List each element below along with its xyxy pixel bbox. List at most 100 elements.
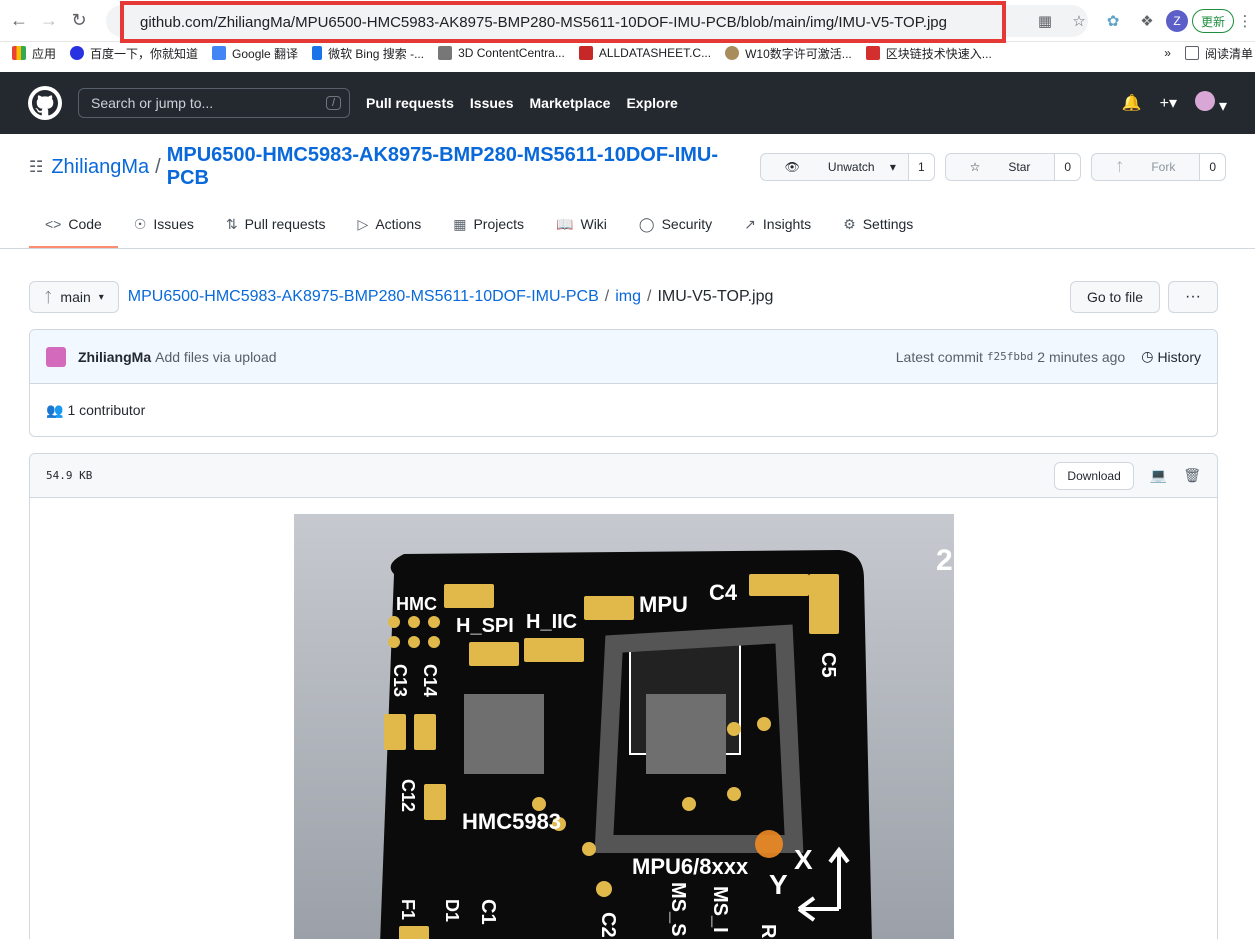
commit-author[interactable]: ZhiliangMa [78,349,151,365]
label-c1: C1 [477,899,499,925]
desktop-icon[interactable]: 💻 [1150,468,1167,484]
hmc-chip [463,694,544,774]
tab-wiki[interactable]: 📖 Wiki [540,202,623,248]
address-bar[interactable]: github.com/ZhiliangMa/MPU6500-HMC5983-AK… [120,1,1006,43]
update-button[interactable]: 更新 [1192,9,1235,33]
download-button[interactable]: Download [1054,461,1134,490]
label-d1: D1 [442,899,462,922]
commit-sha[interactable]: f25fbbd [987,350,1033,363]
file-viewer: 54.9 KB Download 💻 🗑 HMC H_SPI H_IIC MPU… [29,453,1218,939]
star-label: Star [1008,160,1031,174]
bookmark-label: 区块链技术快速入... [885,46,992,61]
go-to-file-button[interactable]: Go to file [1069,281,1160,313]
nav-issues[interactable]: Issues [470,95,514,111]
bookmark-label: 微软 Bing 搜索 -... [328,46,425,61]
translate-icon[interactable]: ▦ [1030,7,1060,35]
tab-label: Wiki [580,216,607,232]
path-separator: / [647,288,652,305]
tab-actions[interactable]: ▷ Actions [342,202,438,248]
nav-explore[interactable]: Explore [626,95,677,111]
bookmarks-overflow[interactable]: » [1164,46,1171,60]
commit-author-avatar[interactable] [46,346,66,367]
url-text: github.com/ZhiliangMa/MPU6500-HMC5983-AK… [140,13,947,31]
bookmarks-bar: 应用 百度一下，你就知道 Google 翻译 微软 Bing 搜索 -... 3… [0,42,1255,64]
reading-list-icon [1184,46,1199,60]
history-button[interactable]: ◷ History [1141,348,1201,365]
search-placeholder: Search or jump to... [91,95,214,111]
tab-pull-requests[interactable]: ⇅ Pull requests [210,202,342,248]
commit-message[interactable]: Add files via upload [155,349,276,365]
star-count[interactable]: 0 [1054,154,1081,180]
forward-arrow-icon[interactable]: → [34,6,64,36]
bell-icon[interactable]: 🔔 [1122,93,1142,113]
reload-icon[interactable]: ↻ [64,6,94,36]
bookmark-baidu[interactable]: 百度一下，你就知道 [70,45,198,62]
play-icon: ▷ [357,215,369,232]
back-arrow-icon[interactable]: ← [4,6,34,36]
nav-pull-requests[interactable]: Pull requests [366,95,454,111]
baidu-paw-icon [70,46,85,60]
w10-icon [725,46,740,60]
extensions-puzzle-icon[interactable]: ❖ [1132,7,1162,35]
tab-security[interactable]: ◯ Security [623,202,728,248]
star-button[interactable]: ☆ Star [946,154,1055,180]
fork-button[interactable]: ᛏ Fork [1092,154,1199,180]
profile-avatar[interactable]: Z [1166,10,1188,32]
tab-projects[interactable]: ▦ Projects [437,202,540,248]
watch-count[interactable]: 1 [907,154,934,180]
user-avatar [1194,90,1215,111]
fork-count[interactable]: 0 [1199,154,1225,180]
people-icon: 👥 [46,401,64,418]
tab-settings[interactable]: ⚙ Settings [827,202,929,248]
repo-owner-link[interactable]: ZhiliangMa [51,156,149,179]
bookmark-star-icon[interactable]: ☆ [1064,7,1094,35]
tab-code[interactable]: <> Code [29,202,118,248]
fork-button-group: ᛏ Fork 0 [1091,153,1226,181]
project-icon: ▦ [453,215,467,232]
bookmark-bing[interactable]: 微软 Bing 搜索 -... [312,45,424,62]
repo-title-row: ☷ ZhiliangMa / MPU6500-HMC5983-AK8975-BM… [29,134,1226,200]
browser-actions: ▦ ☆ ✿ ❖ Z 更新 ⋮ [1030,7,1253,35]
tab-insights[interactable]: ↗ Insights [728,202,827,248]
bing-icon [312,46,323,60]
watch-label: Unwatch [827,160,875,174]
nav-marketplace[interactable]: Marketplace [530,95,611,111]
pcb-render-image: HMC H_SPI H_IIC MPU C4 C5 C13 C14 C12 HM… [293,514,954,939]
contributors-row[interactable]: 👥 1 contributor [30,384,1217,436]
pdf-icon [578,46,593,60]
contributors-count: 1 contributor [67,402,146,418]
label-h-iic: H_IIC [526,611,577,633]
3d-content-icon [438,46,453,60]
trash-icon[interactable]: 🗑 [1183,468,1201,484]
breadcrumb-repo-link[interactable]: MPU6500-HMC5983-AK8975-BMP280-MS5611-10D… [128,288,599,306]
watch-button[interactable]: 👁 Unwatch ▾ [761,154,908,180]
extension-bird-icon[interactable]: ✿ [1098,7,1128,35]
bookmark-apps[interactable]: 应用 [12,45,56,62]
bookmark-google-translate[interactable]: Google 翻译 [212,45,298,62]
bookmark-blockchain[interactable]: 区块链技术快速入... [865,45,992,62]
label-f1: F1 [398,899,418,920]
bookmark-label: 3D ContentCentra... [458,46,565,60]
watch-button-group: 👁 Unwatch ▾ 1 [759,153,935,181]
reading-list[interactable]: 阅读清单 [1184,45,1253,62]
breadcrumb-filename: IMU-V5-TOP.jpg [657,288,774,305]
branch-icon: ᛏ [44,289,53,305]
commit-time: 2 minutes ago [1037,348,1126,365]
more-options-button[interactable]: ··· [1168,281,1218,313]
bookmark-alldatasheet[interactable]: ALLDATASHEET.C... [578,46,711,60]
user-avatar-menu[interactable]: ▾ [1194,90,1227,116]
create-new-plus-icon[interactable]: +▾ [1160,93,1177,113]
github-logo-icon[interactable] [28,86,62,120]
csdn-c-icon [865,46,880,60]
google-translate-icon [212,46,227,60]
apps-grid-icon [12,46,26,60]
repo-name-link[interactable]: MPU6500-HMC5983-AK8975-BMP280-MS5611-10D… [167,144,760,190]
label-c5: C5 [817,652,839,678]
search-input[interactable]: Search or jump to... / [78,88,350,118]
bookmark-3dcontent[interactable]: 3D ContentCentra... [438,46,565,60]
menu-kebab-icon[interactable]: ⋮ [1238,7,1253,35]
branch-selector[interactable]: ᛏ main ▾ [29,281,119,313]
bookmark-w10[interactable]: W10数字许可激活... [725,45,852,62]
tab-issues[interactable]: ☉ Issues [118,202,210,248]
breadcrumb-img-link[interactable]: img [615,288,641,306]
